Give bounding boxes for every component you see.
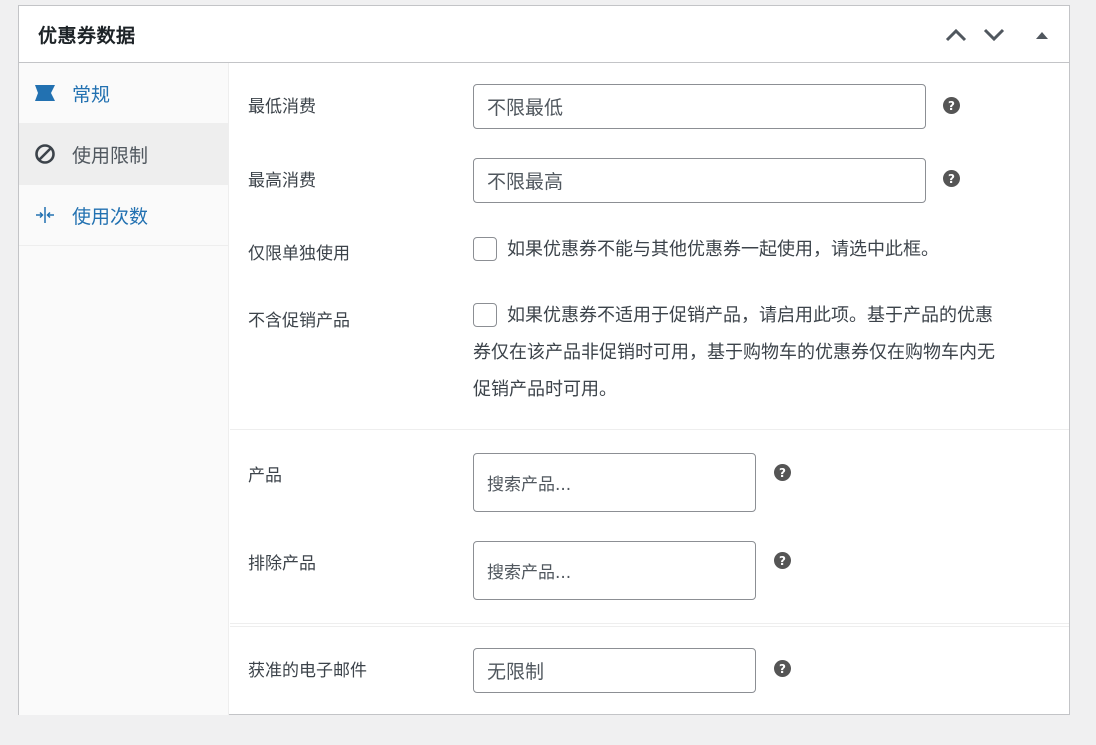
products-label: 产品 — [248, 466, 282, 486]
tab-usage-restriction[interactable]: 使用限制 — [19, 124, 228, 185]
exclude-products-label: 排除产品 — [248, 554, 316, 574]
move-up-button[interactable] — [943, 22, 969, 48]
max-spend-label: 最高消费 — [248, 171, 316, 191]
allowed-emails-input[interactable]: 无限制 — [473, 648, 756, 693]
tab-general[interactable]: 常规 — [19, 63, 228, 124]
individual-use-description: 如果优惠券不能与其他优惠券一起使用，请选中此框。 — [507, 239, 939, 260]
exclude-sale-checkbox[interactable] — [473, 303, 497, 327]
help-icon[interactable]: ? — [774, 464, 791, 481]
individual-use-label: 仅限单独使用 — [248, 244, 350, 264]
products-search-input[interactable]: 搜索产品... — [473, 453, 756, 512]
max-spend-input[interactable]: 不限最高 — [473, 158, 926, 203]
help-icon[interactable]: ? — [774, 660, 791, 677]
prohibited-icon — [33, 142, 57, 166]
arrows-in-icon — [33, 203, 57, 227]
min-spend-input[interactable]: 不限最低 — [473, 84, 926, 129]
exclude-products-search-input[interactable]: 搜索产品... — [473, 541, 756, 600]
allowed-emails-label: 获准的电子邮件 — [248, 661, 367, 681]
tab-label: 使用次数 — [72, 205, 149, 228]
individual-use-checkbox[interactable] — [473, 237, 497, 261]
min-spend-label: 最低消费 — [248, 97, 316, 117]
usage-restriction-content: 最低消费 不限最低 ? 最高消费 不限最高 ? 仅限单独使用 如果优惠券不能与其… — [230, 63, 1069, 715]
section-divider — [230, 623, 1069, 624]
panel-title: 优惠券数据 — [38, 24, 136, 47]
section-divider — [230, 626, 1069, 627]
move-down-button[interactable] — [981, 22, 1007, 48]
exclude-sale-description-line: 券仅在该产品非促销时可用，基于购物车的优惠券仅在购物车内无 — [473, 342, 995, 363]
triangle-up-icon — [1036, 32, 1048, 39]
tab-label: 使用限制 — [72, 144, 149, 167]
exclude-sale-label: 不含促销产品 — [248, 311, 350, 331]
chevron-down-icon — [983, 28, 1005, 42]
chevron-up-icon — [945, 28, 967, 42]
ticket-icon — [33, 81, 57, 105]
help-icon[interactable]: ? — [774, 552, 791, 569]
help-icon[interactable]: ? — [943, 170, 960, 187]
coupon-tabs: 常规 使用限制 使用次数 — [19, 63, 229, 715]
exclude-sale-description-line: 如果优惠券不适用于促销产品，请启用此项。基于产品的优惠 — [507, 305, 993, 326]
tab-usage-limits[interactable]: 使用次数 — [19, 185, 228, 246]
help-icon[interactable]: ? — [943, 97, 960, 114]
toggle-panel-button[interactable] — [1029, 22, 1055, 48]
panel-header: 优惠券数据 — [19, 6, 1069, 63]
coupon-data-panel: 优惠券数据 常规 使用限制 使用次数 最低消费 不限最低 ? 最高消费 不限最高… — [18, 5, 1070, 715]
section-divider — [230, 429, 1069, 430]
exclude-sale-description-line: 促销产品时可用。 — [473, 379, 617, 400]
tab-label: 常规 — [72, 83, 111, 106]
